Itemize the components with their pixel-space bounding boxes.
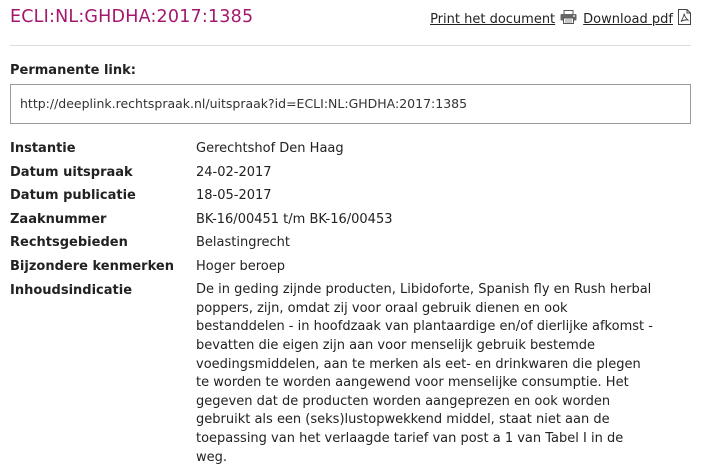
download-pdf-link[interactable]: Download pdf: [583, 12, 673, 27]
meta-row-inhoudsindicatie: Inhoudsindicatie De in geding zijnde pro…: [10, 282, 691, 468]
meta-key: Inhoudsindicatie: [10, 282, 133, 298]
meta-value: Belastingrecht: [196, 235, 291, 251]
document-header: ECLI:NL:GHDHA:2017:1385 Print het docume…: [10, 0, 691, 46]
meta-row-bijzondere-kenmerken: Bijzondere kenmerken Hoger beroep: [10, 258, 691, 282]
ecli-title: ECLI:NL:GHDHA:2017:1385: [10, 7, 254, 27]
meta-value: 18-05-2017: [196, 188, 272, 204]
meta-row-rechtsgebieden: Rechtsgebieden Belastingrecht: [10, 234, 691, 258]
document-actions: Print het document Download pdf: [430, 9, 691, 29]
pdf-icon[interactable]: [678, 9, 691, 29]
permalink-url[interactable]: http://deeplink.rechtspraak.nl/uitspraak…: [20, 96, 467, 111]
meta-key: Zaaknummer: [10, 211, 107, 227]
meta-value: Gerechtshof Den Haag: [196, 141, 344, 156]
meta-value: 24-02-2017: [196, 164, 272, 180]
meta-key: Instantie: [10, 141, 76, 156]
printer-icon[interactable]: [560, 10, 577, 28]
meta-row-instantie: Instantie Gerechtshof Den Haag: [10, 140, 691, 164]
meta-row-datum-publicatie: Datum publicatie 18-05-2017: [10, 187, 691, 211]
meta-value: Hoger beroep: [196, 258, 285, 274]
permalink-field[interactable]: http://deeplink.rechtspraak.nl/uitspraak…: [10, 84, 691, 124]
meta-key: Datum publicatie: [10, 188, 136, 204]
meta-key: Rechtsgebieden: [10, 235, 128, 251]
meta-key: Bijzondere kenmerken: [10, 258, 174, 274]
meta-key: Datum uitspraak: [10, 164, 133, 180]
meta-value: BK-16/00451 t/m BK-16/00453: [196, 211, 393, 227]
permalink-label: Permanente link:: [10, 63, 136, 78]
metadata-table: Instantie Gerechtshof Den Haag Datum uit…: [10, 140, 691, 467]
meta-row-zaaknummer: Zaaknummer BK-16/00451 t/m BK-16/00453: [10, 211, 691, 235]
summary-text: De in geding zijnde producten, Libidofor…: [196, 282, 653, 465]
meta-row-datum-uitspraak: Datum uitspraak 24-02-2017: [10, 164, 691, 188]
print-document-link[interactable]: Print het document: [430, 12, 555, 27]
